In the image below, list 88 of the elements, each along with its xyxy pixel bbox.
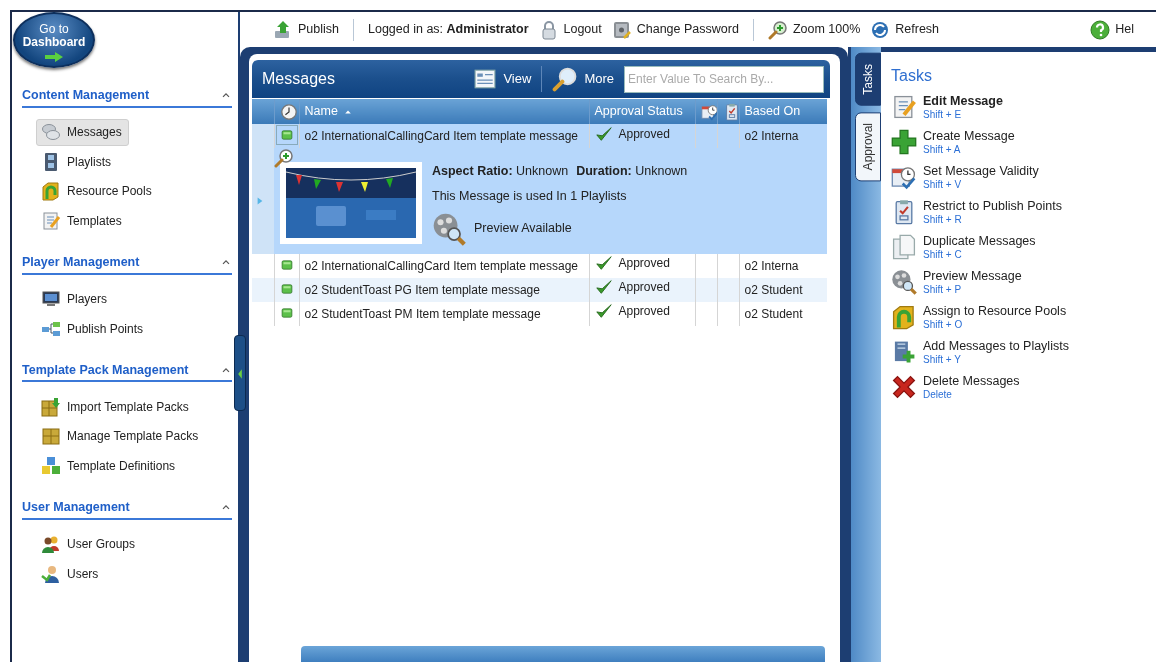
task-item[interactable]: Preview Message Shift + P [891, 269, 1022, 304]
plus-icon [891, 129, 917, 155]
search-field[interactable]: Enter Value To Search By... [624, 65, 824, 93]
nav-item[interactable]: Import Template Packs [36, 393, 196, 421]
preview-link[interactable]: Preview Available [474, 219, 572, 238]
table-cell: o2 Interna [739, 253, 827, 278]
status-light-icon [279, 281, 294, 296]
refresh-icon [870, 19, 891, 40]
section-heading: Template Pack Management [22, 361, 189, 379]
task-item[interactable]: Restrict to Publish Points Shift + R [891, 199, 1062, 234]
documents-icon [891, 234, 917, 260]
task-item[interactable]: Duplicate Messages Shift + C [891, 234, 1036, 269]
help-icon [1090, 19, 1111, 40]
table-cell: o2 StudentToast PM Item template message [299, 301, 589, 326]
view-button[interactable]: View [463, 68, 542, 90]
section-heading: Content Management [22, 87, 150, 104]
nav-item[interactable]: Template Definitions [36, 452, 183, 480]
nav-item[interactable]: Templates [36, 207, 129, 235]
nav-item[interactable]: Resource Pools [36, 177, 159, 205]
table-cell-text: Approved [618, 303, 670, 320]
help-button[interactable]: Hel [1090, 19, 1134, 40]
task-item[interactable]: Edit Message Shift + E [891, 94, 1003, 129]
task-item[interactable]: Delete Messages Delete [891, 374, 1020, 409]
toolbar-button[interactable]: Change Password [611, 19, 739, 40]
table-cell: o2 Student [739, 301, 827, 326]
folder-icon [41, 181, 61, 202]
nav-item[interactable]: Manage Template Packs [36, 422, 206, 450]
nav-item[interactable]: Publish Points [36, 315, 151, 342]
users-icon [41, 534, 61, 554]
user-icon [41, 563, 61, 584]
blocks-icon [41, 455, 61, 476]
crate-download-icon [41, 396, 61, 417]
table-cell: o2 InternationalCallingCard Item template message [299, 253, 589, 278]
section-heading: User Management [22, 498, 130, 516]
table-cell-text: Approved [618, 125, 670, 143]
crate-icon [41, 426, 61, 447]
table-cell-text: Approved [618, 255, 670, 272]
safe-icon [611, 19, 632, 40]
toolbar-button[interactable]: Refresh [870, 19, 940, 40]
nav-item[interactable]: Messages [36, 118, 129, 146]
calendar-clock-icon [700, 102, 717, 121]
dashboard-button[interactable]: Go to Dashboard [13, 12, 95, 68]
nav-item[interactable]: Players [36, 285, 114, 313]
arrow-icon [44, 51, 64, 63]
toolbar-button[interactable]: Publish [273, 19, 339, 40]
task-item[interactable]: Set Message Validity Shift + V [891, 164, 1039, 199]
toolbar-button[interactable]: Logout [538, 19, 602, 40]
table-cell: o2 Student [739, 277, 827, 302]
side-tab[interactable]: Approval [855, 111, 881, 182]
table-cell: o2 StudentToast PG Item template message [299, 277, 589, 302]
list-view-icon [473, 68, 498, 90]
table-cell-text: Approved [618, 279, 670, 296]
table-cell: o2 InternationalCallingCard Item template message [299, 124, 589, 148]
tasks-title: Tasks [891, 66, 933, 86]
nav-item[interactable]: User Groups [36, 530, 143, 558]
clock-icon [279, 102, 298, 121]
film-reel-magnifier-icon [891, 269, 917, 295]
horizontal-scrollbar[interactable] [301, 646, 825, 662]
notepad-icon [41, 210, 61, 231]
login-status: Logged in as: Administrator [368, 21, 529, 39]
side-tab[interactable]: Tasks [855, 53, 881, 106]
detail-text: This Message is used In 1 Playlists [432, 187, 628, 205]
delete-icon [891, 374, 917, 400]
task-item[interactable]: Assign to Resource Pools Shift + O [891, 304, 1067, 339]
nav-item[interactable]: Users [36, 560, 106, 587]
speech-bubbles-icon [41, 122, 61, 143]
task-item[interactable]: Add Messages to Playlists Shift + Y [891, 339, 1069, 374]
film-reel-magnifier-icon [432, 211, 466, 246]
status-light-icon [279, 305, 294, 320]
panel-title: Messages [262, 69, 335, 89]
calendar-clock-icon [891, 164, 917, 190]
detail-text: Aspect Ratio: Unknown [432, 163, 569, 180]
task-item[interactable]: Create Message Shift + A [891, 129, 1015, 164]
more-button[interactable]: More [542, 66, 624, 92]
splitter-handle[interactable] [234, 335, 246, 411]
section-heading: Player Management [22, 253, 140, 271]
status-light-icon [279, 257, 294, 272]
status-light-icon [279, 128, 294, 142]
search-icon [552, 66, 579, 92]
detail-text: Duration: Unknown [576, 163, 688, 180]
zoom-icon [767, 19, 788, 40]
folder-icon [891, 304, 917, 330]
table-cell: o2 Interna [739, 124, 827, 148]
notepad-icon [891, 94, 917, 120]
monitor-icon [41, 289, 61, 309]
toolbar-button[interactable]: Zoom 100% [767, 19, 861, 40]
nav-item[interactable]: Playlists [36, 148, 118, 176]
check-icon [594, 278, 613, 296]
